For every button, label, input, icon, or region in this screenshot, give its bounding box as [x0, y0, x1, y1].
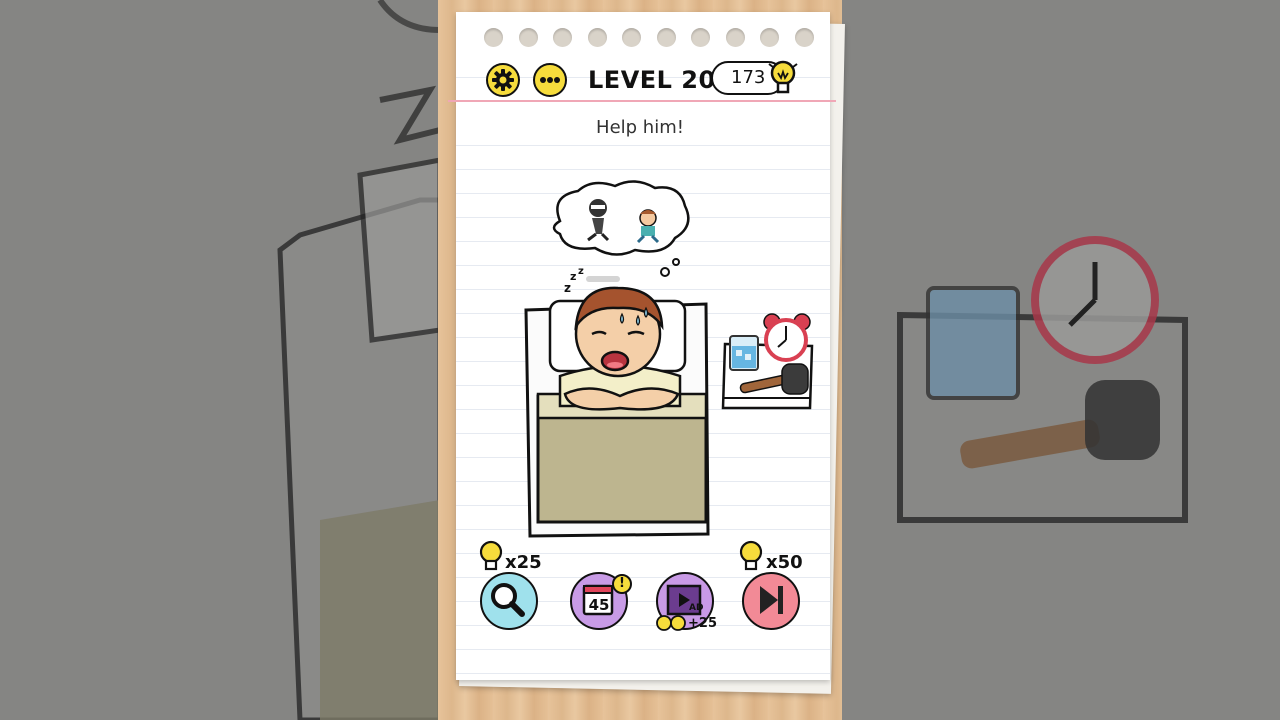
- sleeping-boy-scene: z z z: [524, 180, 814, 538]
- ad-reward: +25: [688, 616, 717, 631]
- spiral-hole: [622, 28, 641, 47]
- level-prompt: Help him!: [596, 117, 684, 138]
- spiral-hole: [691, 28, 710, 47]
- spiral-holes: [484, 28, 814, 47]
- lightbulb-icon: [479, 540, 503, 571]
- zoom-cost: x25: [505, 552, 542, 573]
- ad-label: AD: [689, 603, 704, 613]
- spiral-hole: [587, 28, 607, 47]
- gear-icon: [492, 69, 514, 91]
- lightbulbs-icon: [656, 615, 686, 631]
- dream-thought-bubble[interactable]: [552, 180, 690, 256]
- magnifier-icon: [491, 583, 525, 617]
- lightbulb-icon: [739, 540, 763, 571]
- spiral-hole: [518, 28, 538, 47]
- margin-line: [448, 100, 836, 102]
- water-glass[interactable]: [729, 335, 759, 371]
- settings-button[interactable]: [486, 63, 520, 97]
- zoom-hint-button[interactable]: [480, 572, 538, 630]
- spiral-hole: [484, 28, 503, 47]
- hint-count-value: 173: [731, 67, 766, 88]
- more-dots-icon: [540, 77, 560, 83]
- alarm-clock[interactable]: [763, 313, 811, 362]
- spiral-hole: [725, 28, 745, 47]
- skip-level-button[interactable]: [742, 572, 800, 630]
- svg-text:z: z: [564, 281, 571, 295]
- skip-forward-icon: [760, 586, 783, 614]
- daily-date: 45: [588, 596, 610, 614]
- notification-badge: !: [612, 574, 632, 594]
- spiral-hole: [794, 28, 814, 47]
- skip-cost: x50: [766, 552, 803, 573]
- spiral-hole: [553, 28, 572, 47]
- level-title: LEVEL 209: [588, 66, 733, 94]
- svg-text:z: z: [578, 266, 584, 277]
- lightbulb-icon: [768, 60, 798, 94]
- spiral-hole: [656, 28, 676, 47]
- spiral-hole: [760, 28, 779, 47]
- more-button[interactable]: [533, 63, 567, 97]
